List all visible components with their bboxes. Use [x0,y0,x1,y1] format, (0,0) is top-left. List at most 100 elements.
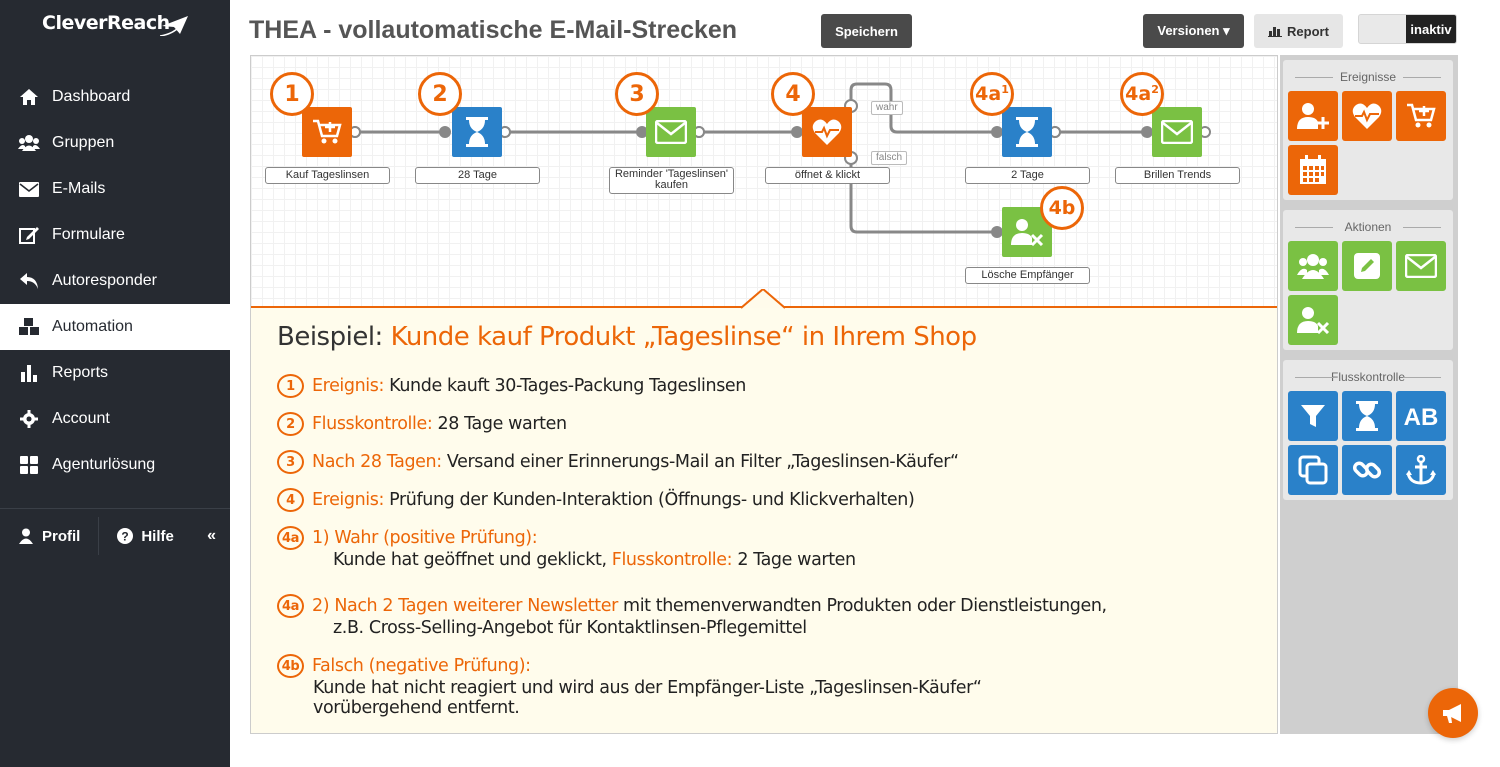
versions-dropdown[interactable]: Versionen ▾ [1143,14,1244,48]
link-icon [1352,461,1382,479]
cleverreach-logo[interactable]: CleverReach [42,8,202,48]
node-label: öffnet & klickt [765,167,890,184]
example-step: 4a 2) Nach 2 Tagen weiterer Newsletter mi… [277,594,1107,638]
step-badge: 4b [1040,186,1084,230]
copy-tile[interactable] [1288,445,1338,495]
reply-icon [18,270,40,292]
user-add-event-tile[interactable] [1288,91,1338,141]
group-title: Ereignisse [1283,70,1453,84]
date-event-tile[interactable] [1288,145,1338,195]
report-label: Report [1287,23,1329,39]
nav-item-dashboard[interactable]: Dashboard [0,74,230,120]
users-icon [18,132,40,154]
save-button[interactable]: Speichern [821,14,912,48]
calendar-icon [1300,155,1326,184]
nav-item-reports[interactable]: Reports [0,350,230,396]
automation-canvas[interactable]: wahr falsch Kauf Tageslinsen 28 Tage Rem… [250,55,1278,734]
example-step: 4b Falsch (negative Prüfung): Kunde hat n… [277,654,982,718]
node-wait-28-days[interactable] [452,107,502,157]
example-step: 1 Ereignis: Kunde kauft 30-Tages-Packung … [277,374,746,398]
svg-text:?: ? [122,530,129,544]
step-badge: 4 [771,72,815,116]
envelope-icon [1405,254,1437,278]
report-button[interactable]: Report [1254,14,1343,48]
sidebar-footer: Profil ? Hilfe « [0,508,230,563]
copy-icon [1298,455,1328,485]
hourglass-icon [1016,117,1038,147]
panel-pointer [741,289,785,309]
edit-action-tile[interactable] [1342,241,1392,291]
anchor-tile[interactable] [1396,445,1446,495]
paper-plane-icon [160,16,188,36]
edit-icon [18,224,40,246]
nav-label: Account [52,410,110,427]
cubes-icon [18,316,40,338]
nav-label: Agenturlösung [52,456,156,473]
wait-tile[interactable] [1342,391,1392,441]
nav-item-account[interactable]: Account [0,396,230,442]
true-branch-tag: wahr [871,101,903,115]
remove-user-action-tile[interactable] [1288,295,1338,345]
node-label: 28 Tage [415,167,540,184]
example-title: Beispiel: Kunde kauf Produkt „Tageslinse… [277,322,977,352]
interaction-event-tile[interactable] [1342,91,1392,141]
ab-test-tile[interactable]: AB [1396,391,1446,441]
profile-label: Profil [42,527,81,545]
node-wait-2-days[interactable] [1002,107,1052,157]
nav-item-automation[interactable]: Automation [0,304,230,350]
help-label: Hilfe [141,527,174,545]
user-icon [19,528,33,544]
heartbeat-icon [812,119,842,145]
nav-item-formulare[interactable]: Formulare [0,212,230,258]
cart-plus-icon [1407,103,1436,128]
envelope-icon [18,178,40,200]
envelope-icon [655,120,687,144]
profile-link[interactable]: Profil [0,517,98,555]
active-toggle[interactable]: inaktiv [1358,14,1457,44]
purchase-event-tile[interactable] [1396,91,1446,141]
collapse-sidebar-button[interactable]: « [207,527,216,545]
node-label: Brillen Trends [1115,167,1240,184]
nav-label: Formulare [52,226,125,243]
user-plus-icon [1297,103,1329,129]
nav-item-agenturloesung[interactable]: Agenturlösung [0,442,230,488]
help-link[interactable]: ? Hilfe [99,517,192,555]
heartbeat-icon [1352,103,1382,129]
main-nav: Dashboard Gruppen E-Mails Formulare Auto… [0,74,230,488]
flow-control-group: Flusskontrolle AB [1283,360,1453,500]
step-badge: 3 [615,72,659,116]
group-action-tile[interactable] [1288,241,1338,291]
node-purchase-event[interactable] [302,107,352,157]
node-reminder-email[interactable] [646,107,696,157]
feedback-megaphone-button[interactable] [1428,688,1478,738]
nav-label: E-Mails [52,180,106,197]
false-branch-tag: falsch [871,151,908,165]
gear-icon [18,408,40,430]
grid-icon [18,454,40,476]
nav-label: Autoresponder [52,272,157,289]
hourglass-icon [466,117,488,147]
hourglass-icon [1356,401,1378,431]
home-icon [18,86,40,108]
ab-test-icon: AB [1404,404,1439,428]
nav-label: Gruppen [52,134,115,151]
nav-item-autoresponder[interactable]: Autoresponder [0,258,230,304]
node-open-click-event[interactable] [802,107,852,157]
nav-item-gruppen[interactable]: Gruppen [0,120,230,166]
bar-chart-icon [1268,26,1283,37]
node-label: Reminder 'Tageslinsen' kaufen [609,167,734,194]
example-step: 2 Flusskontrolle: 28 Tage warten [277,412,567,436]
cart-plus-icon [313,119,342,144]
question-icon: ? [117,528,134,544]
anchor-icon [1406,455,1436,485]
node-newsletter-email[interactable] [1152,107,1202,157]
user-remove-icon [1297,307,1330,334]
step-badge: 1 [270,72,314,116]
user-remove-icon [1011,219,1044,246]
nav-item-emails[interactable]: E-Mails [0,166,230,212]
link-tile[interactable] [1342,445,1392,495]
filter-tile[interactable] [1288,391,1338,441]
sidebar: CleverReach Dashboard Gruppen E-Mails Fo… [0,0,230,767]
example-explanation-panel: Beispiel: Kunde kauf Produkt „Tageslinse… [251,289,1277,733]
email-action-tile[interactable] [1396,241,1446,291]
